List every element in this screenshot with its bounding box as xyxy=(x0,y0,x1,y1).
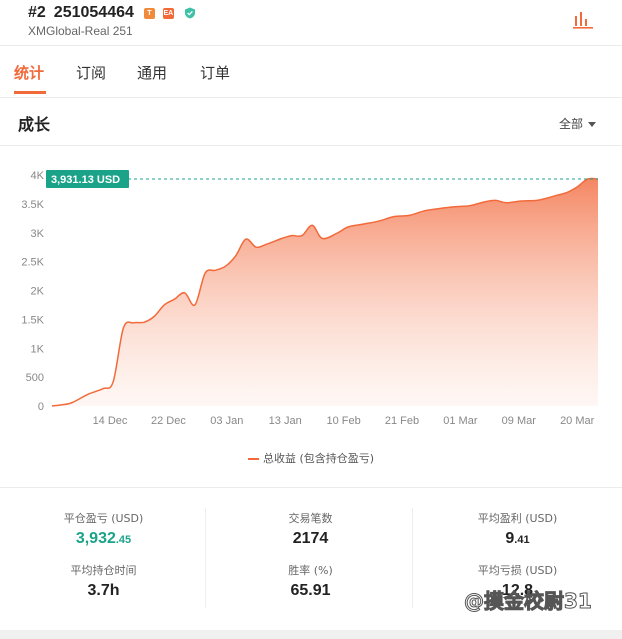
stats-column-1: 平仓盈亏 (USD) 3,932.45 平均持仓时间 3.7h xyxy=(0,506,207,616)
ea-badge-icon: EA xyxy=(162,7,174,19)
avg-loss-label: 平均亏损 (USD) xyxy=(477,564,558,577)
win-rate-label: 胜率 (%) xyxy=(288,564,333,577)
y-tick-label: 3K xyxy=(31,228,45,240)
avg-hold-stat: 平均持仓时间 3.7h xyxy=(0,562,207,600)
current-value-tag: 3,931.13 USD xyxy=(46,169,129,188)
account-id: 251054464 xyxy=(53,4,134,21)
trader-badge-icon: T xyxy=(143,7,155,19)
growth-area-fill xyxy=(52,178,598,406)
trades-stat: 交易笔数 2174 xyxy=(207,510,414,548)
growth-title: 成长 xyxy=(18,115,51,134)
tab-stats[interactable]: 统计 xyxy=(14,62,44,83)
y-tick-label: 0 xyxy=(38,401,44,413)
account-rank: #2 xyxy=(28,4,46,21)
tab-general[interactable]: 通用 xyxy=(137,62,167,83)
avg-profit-stat: 平均盈利 (USD) 9.41 xyxy=(414,510,621,548)
verified-shield-icon xyxy=(184,7,196,19)
x-tick-label: 20 Mar xyxy=(560,415,595,427)
legend-label: 总收益 (包含持仓盈亏) xyxy=(262,452,375,465)
tab-orders[interactable]: 订单 xyxy=(200,62,230,83)
x-tick-label: 13 Jan xyxy=(269,415,302,427)
x-tick-label: 09 Mar xyxy=(502,415,537,427)
x-tick-label: 21 Feb xyxy=(385,415,419,427)
bottom-bar xyxy=(0,630,622,639)
win-rate-value: 65.91 xyxy=(290,582,331,599)
closed-pl-stat: 平仓盈亏 (USD) 3,932.45 xyxy=(0,510,207,548)
avg-hold-value: 3.7h xyxy=(87,582,120,599)
x-tick-label: 01 Mar xyxy=(443,415,478,427)
x-tick-label: 22 Dec xyxy=(151,415,186,427)
chart-legend[interactable]: 总收益 (包含持仓盈亏) xyxy=(0,450,622,466)
period-filter-label: 全部 xyxy=(558,117,583,131)
closed-pl-value: 3,932.45 xyxy=(75,530,132,547)
y-tick-label: 500 xyxy=(26,372,44,384)
caret-down-icon xyxy=(588,122,596,127)
stats-column-2: 交易笔数 2174 胜率 (%) 65.91 xyxy=(207,506,414,616)
growth-header: 成长 全部 xyxy=(0,98,622,146)
tab-bar: 统计 订阅 通用 订单 xyxy=(0,46,622,98)
avg-profit-value: 9.41 xyxy=(505,530,530,547)
win-rate-stat: 胜率 (%) 65.91 xyxy=(207,562,414,600)
legend-swatch xyxy=(247,458,259,460)
avg-hold-label: 平均持仓时间 xyxy=(70,564,137,577)
account-server: XMGlobal-Real 251 xyxy=(28,24,133,38)
y-tick-label: 2.5K xyxy=(21,257,44,269)
tab-subscribe[interactable]: 订阅 xyxy=(76,62,106,83)
avg-profit-label: 平均盈利 (USD) xyxy=(477,512,558,525)
current-value-label: 3,931.13 USD xyxy=(51,174,120,186)
period-filter-dropdown[interactable]: 全部 xyxy=(559,115,596,132)
stats-separator xyxy=(412,508,413,608)
x-tick-label: 03 Jan xyxy=(210,415,243,427)
chart-view-icon[interactable] xyxy=(572,10,594,30)
y-tick-label: 2K xyxy=(31,286,45,298)
trades-label: 交易笔数 xyxy=(288,512,333,525)
trades-value: 2174 xyxy=(292,530,329,547)
account-line: #2 251054464 T EA xyxy=(28,4,196,22)
y-tick-label: 3.5K xyxy=(21,199,44,211)
x-tick-label: 10 Feb xyxy=(326,415,360,427)
stats-separator xyxy=(205,508,206,608)
account-header: #2 251054464 T EA XMGlobal-Real 251 xyxy=(0,0,622,46)
y-tick-label: 1K xyxy=(31,343,45,355)
closed-pl-label: 平仓盈亏 (USD) xyxy=(63,512,144,525)
y-tick-label: 4K xyxy=(31,170,45,182)
x-tick-label: 14 Dec xyxy=(93,415,128,427)
watermark-text: @摸金校尉31 xyxy=(464,589,593,614)
y-tick-label: 1.5K xyxy=(21,314,44,326)
growth-chart: 0 500 1K 1.5K 2K 2.5K 3K 3.5K 4K 14 Dec 22 Dec 03 … xyxy=(21,169,599,427)
active-tab-indicator xyxy=(14,91,46,94)
